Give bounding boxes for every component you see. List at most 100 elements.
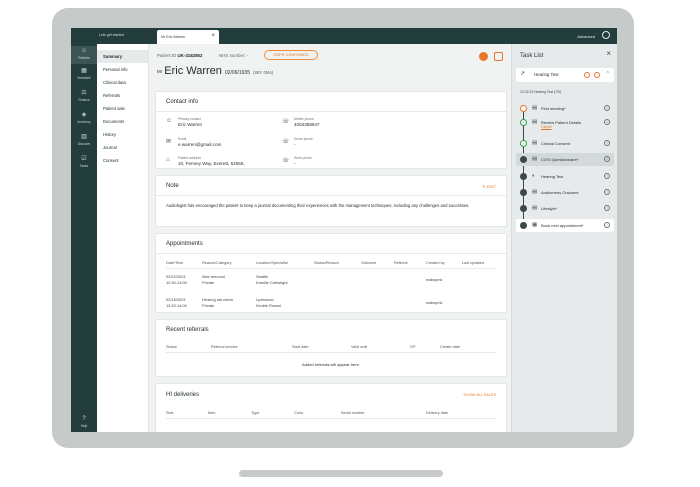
pencil-icon: ✎ (482, 184, 486, 189)
note-title: Note (166, 183, 179, 189)
col-status: Status (166, 345, 177, 349)
col-delivery-date: Delivery date (426, 411, 449, 415)
rail-item-inventory[interactable]: ◈ Inventory (71, 112, 97, 124)
appointments-title: Appointments (166, 241, 203, 247)
rail-item-schedule[interactable]: ▦ Schedule (71, 68, 97, 80)
contact-info-title: Contact info (166, 99, 199, 105)
patient-age: (88Y 0Ms) (253, 70, 274, 75)
tasks-icon: ☑ (81, 156, 87, 162)
task-group-label: Hearing Test (534, 72, 559, 77)
add-icon[interactable] (594, 72, 600, 78)
task-clinical-consent[interactable]: ✓ ▤ Clinical Consent i (516, 137, 614, 150)
finance-icon: ⚖ (81, 90, 87, 96)
patient-dob: 02/06/1935 (224, 70, 250, 76)
rail-label: Discover (77, 142, 91, 146)
contact-info-card: Contact info ☺ Primary contact Eric Warr… (155, 91, 507, 169)
rail-item-patients[interactable]: ☺ Patients (71, 46, 97, 64)
subnav-item-documents[interactable]: Documents (97, 115, 148, 128)
info-icon[interactable]: i (604, 140, 610, 146)
patient-tab[interactable]: Mr Eric Warren × (157, 30, 219, 44)
status-dot (520, 156, 527, 163)
help-icon: ? (82, 416, 86, 422)
rail-item-discover[interactable]: ▥ Discover (71, 134, 97, 146)
subnav-item-referrals[interactable]: Referrals (97, 89, 148, 102)
document-icon: ▤ (532, 119, 538, 125)
chart-icon: ▥ (81, 134, 87, 140)
lets-get-started-link[interactable]: Lets get started (99, 33, 124, 37)
task-hearing-test[interactable]: ◐ Hearing Test i (516, 170, 614, 183)
col-side: Side (166, 411, 174, 415)
gdpr-badge[interactable]: GDPR CONFIRMED (264, 50, 318, 60)
info-icon[interactable]: i (604, 189, 610, 195)
patient-subnav: Summary Personal info Clinical data Refe… (97, 44, 149, 432)
referrals-title: Recent referrals (166, 327, 209, 333)
task-first-meeting[interactable]: ▤ First meeting* i (516, 102, 614, 115)
document-icon: ▤ (532, 205, 538, 211)
status-dot (520, 222, 527, 229)
subnav-item-patient-sale[interactable]: Patient sale (97, 102, 148, 115)
rail-label: Patients (78, 56, 90, 60)
record-icon[interactable] (584, 72, 590, 78)
close-tab-icon[interactable]: × (211, 33, 215, 39)
col-referral-service: Referral service (211, 345, 238, 349)
advanced-link[interactable]: Advanced (577, 34, 595, 39)
info-icon[interactable]: i (604, 156, 610, 162)
hi-deliveries-card: HI deliveries SHOW ALL SALES Side Item T… (155, 383, 507, 432)
info-icon[interactable]: i (604, 222, 610, 228)
subnav-item-history[interactable]: History (97, 128, 148, 141)
subnav-item-consent[interactable]: Consent (97, 154, 148, 167)
appointments-card: Appointments Date/Time Reason/Category L… (155, 233, 507, 313)
show-all-sales-link[interactable]: SHOW ALL SALES (463, 393, 496, 397)
col-color: Color (294, 411, 304, 415)
document-icon: ▤ (532, 156, 538, 162)
task-review-patient-details[interactable]: ✓ ▤ Review Patient Details Cancel i (516, 116, 614, 134)
status-dot (520, 205, 527, 212)
col-type: Type (251, 411, 260, 415)
task-audiometry-outcome[interactable]: ▤ Audiometry Outcome i (516, 186, 614, 199)
status-dot (520, 173, 527, 180)
col-date-time: Date/Time (166, 261, 184, 265)
cancel-link[interactable]: Cancel (541, 125, 552, 129)
add-note-icon[interactable] (494, 52, 503, 61)
rail-item-help[interactable]: ? Help (71, 416, 97, 428)
info-icon[interactable]: i (604, 205, 610, 211)
task-group-header[interactable]: ↗ Hearing Test ⌃ (516, 68, 614, 82)
info-icon[interactable]: i (604, 173, 610, 179)
edit-note-button[interactable]: ✎ EDIT (482, 184, 496, 189)
info-icon[interactable]: i (604, 105, 610, 111)
patient-header: Patient ID UK-3182852 NHS number: - GDPR… (149, 44, 511, 90)
subnav-item-summary[interactable]: Summary (97, 50, 148, 63)
user-icon[interactable] (602, 31, 610, 39)
trend-icon: ↗ (520, 71, 526, 77)
recent-referrals-card: Recent referrals Status Referral service… (155, 319, 507, 377)
col-created-by: Created by (426, 261, 445, 265)
phone-icon: ☏ (282, 139, 290, 145)
rail-label: Inventory (77, 120, 91, 124)
check-icon: ✓ (520, 119, 527, 126)
main-content: Patient ID UK-3182852 NHS number: - GDPR… (149, 44, 511, 432)
col-status: Status/Reason (314, 261, 339, 265)
subnav-item-clinical-data[interactable]: Clinical data (97, 76, 148, 89)
task-cosi-questionnaire[interactable]: ▤ COSI Questionnaire* i (516, 153, 614, 166)
nhs-number[interactable]: NHS number: - (219, 53, 248, 58)
subnav-item-journal[interactable]: Journal (97, 141, 148, 154)
rail-label: Tasks (79, 164, 89, 168)
chevron-up-icon[interactable]: ⌃ (606, 71, 610, 77)
info-icon[interactable]: i (604, 119, 610, 125)
rail-label: Schedule (77, 76, 91, 80)
inventory-icon: ◈ (81, 112, 87, 118)
referrals-empty-state: Added referrals will appear here. (302, 362, 360, 367)
status-dot (520, 189, 527, 196)
task-lifestyle[interactable]: ▤ Lifestyle* i (516, 202, 614, 215)
task-book-next-appointment[interactable]: ▦ Book next appointment* i (516, 219, 614, 232)
close-icon[interactable]: × (606, 50, 611, 58)
document-icon: ▤ (532, 189, 538, 195)
task-list-panel: Task List × ↗ Hearing Test ⌃ 23.02.23 He… (511, 44, 617, 432)
rail-item-tasks[interactable]: ☑ Tasks (71, 156, 97, 168)
hearing-aid-icon[interactable] (479, 52, 488, 61)
col-serial-number: Serial number (341, 411, 365, 415)
phone-icon: ☏ (282, 119, 290, 125)
subnav-item-personal-info[interactable]: Personal info (97, 63, 148, 76)
rail-item-finance[interactable]: ⚖ Finance (71, 90, 97, 102)
device-stand (239, 470, 443, 477)
